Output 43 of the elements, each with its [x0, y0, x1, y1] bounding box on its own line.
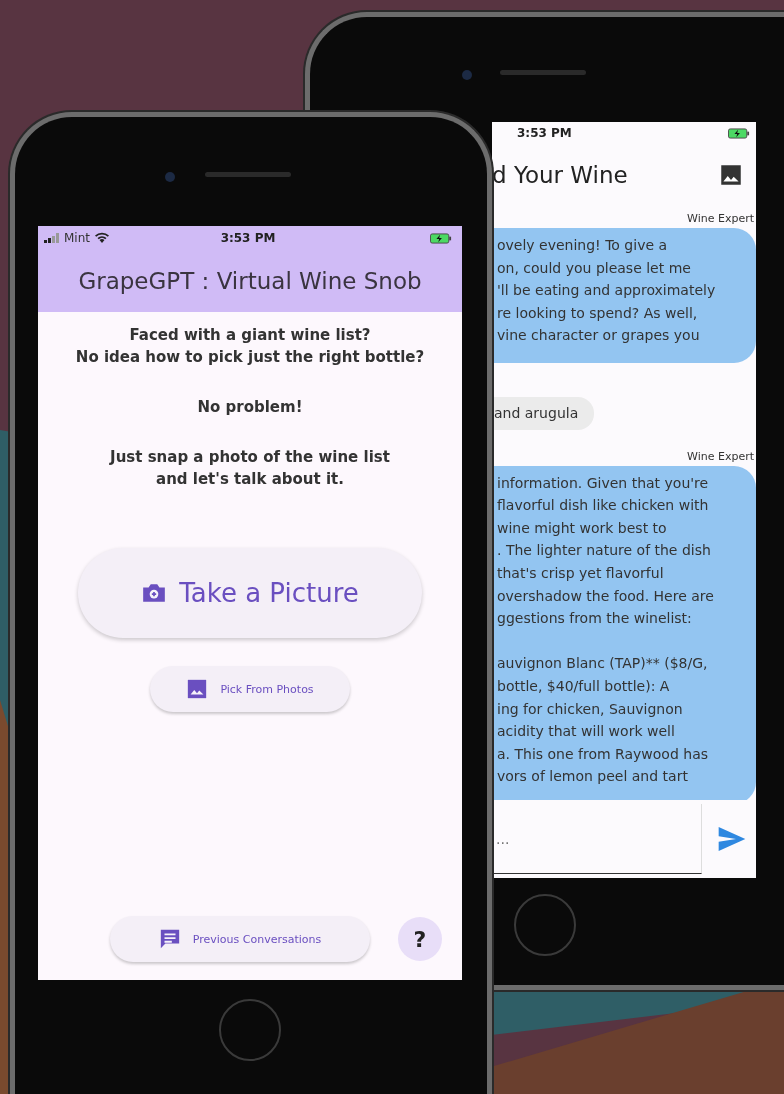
message-text: flavorful dish like chicken with [497, 496, 710, 516]
gallery-button[interactable] [718, 162, 744, 188]
carrier-name: Mint [64, 231, 90, 245]
message-text: overshadow the food. Here are [497, 586, 715, 606]
message-text: wine might work best to [497, 518, 668, 538]
message-text: on, could you please let me [497, 258, 692, 278]
camera-dot [165, 172, 175, 182]
message-text: acidity that will work well [497, 722, 676, 742]
image-icon [186, 678, 209, 700]
message-text: information. Given that you're [497, 473, 710, 493]
app-title: d Your Wine [492, 162, 628, 188]
pick-from-photos-button[interactable]: Pick From Photos [150, 666, 350, 712]
previous-conversations-button[interactable]: Previous Conversations [110, 916, 370, 962]
message-text: auvignon Blanc (TAP)** ($8/G, [497, 654, 709, 674]
message-text: re looking to spend? As well, [497, 303, 699, 323]
help-button[interactable]: ? [398, 917, 442, 961]
app-title: GrapeGPT : Virtual Wine Snob [77, 267, 423, 296]
sender-label: Wine Expert [687, 449, 754, 463]
message-text: 'll be eating and approximately [497, 281, 717, 301]
status-time: 3:53 PM [220, 231, 276, 245]
camera-dot [462, 70, 472, 80]
message-text: . The lighter nature of the dish [497, 541, 712, 561]
sender-label: Wine Expert [687, 212, 754, 225]
message-text: and arugula [494, 403, 579, 423]
message-text: bottle, $40/full bottle): A [497, 676, 671, 696]
message-text: ing for chicken, Sauvignon [497, 699, 684, 719]
take-picture-button[interactable]: Take a Picture [78, 548, 422, 638]
message-text: that's crisp yet flavorful [497, 563, 665, 583]
intro-text: No problem! [197, 397, 303, 418]
intro-text: Just snap a photo of the wine list and let's talk about it. [110, 447, 390, 490]
intro-text: Faced with a giant wine list? No idea how to pick just the right bottle? [75, 325, 425, 368]
wifi-icon [94, 232, 110, 244]
message-text: vors of lemon peel and tart [497, 767, 689, 787]
signal-icon [44, 233, 60, 243]
message-text: ovely evening! To give a [497, 236, 669, 255]
message-text: ggestions from the winelist: [497, 609, 693, 629]
chat-icon [158, 928, 181, 950]
message-text: a. This one from Raywood has [497, 744, 710, 764]
status-time: 3:53 PM [517, 126, 572, 140]
battery-icon [728, 127, 750, 139]
battery-icon [430, 232, 452, 244]
message-text: vine character or grapes you [497, 326, 701, 346]
image-icon [718, 162, 744, 188]
